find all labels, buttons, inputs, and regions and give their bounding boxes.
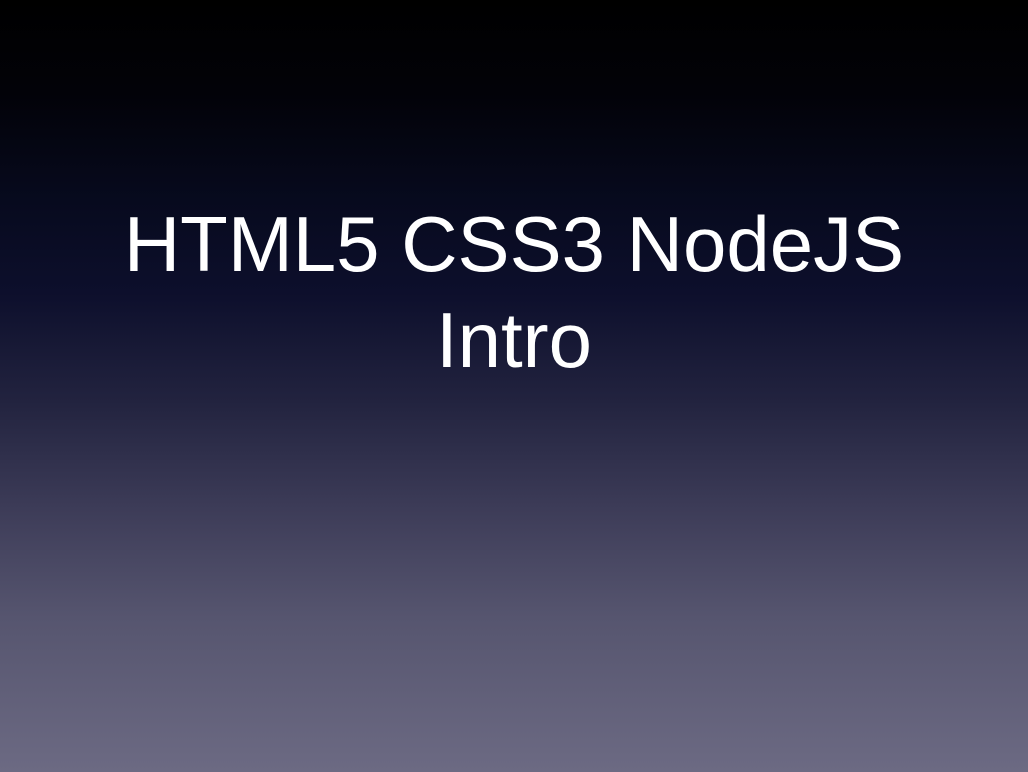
slide-title-line-1: HTML5 CSS3 NodeJS (123, 200, 905, 288)
slide: HTML5 CSS3 NodeJS Intro (0, 0, 1028, 772)
slide-title-line-2: Intro (435, 296, 593, 384)
slide-title: HTML5 CSS3 NodeJS Intro (0, 196, 1028, 388)
